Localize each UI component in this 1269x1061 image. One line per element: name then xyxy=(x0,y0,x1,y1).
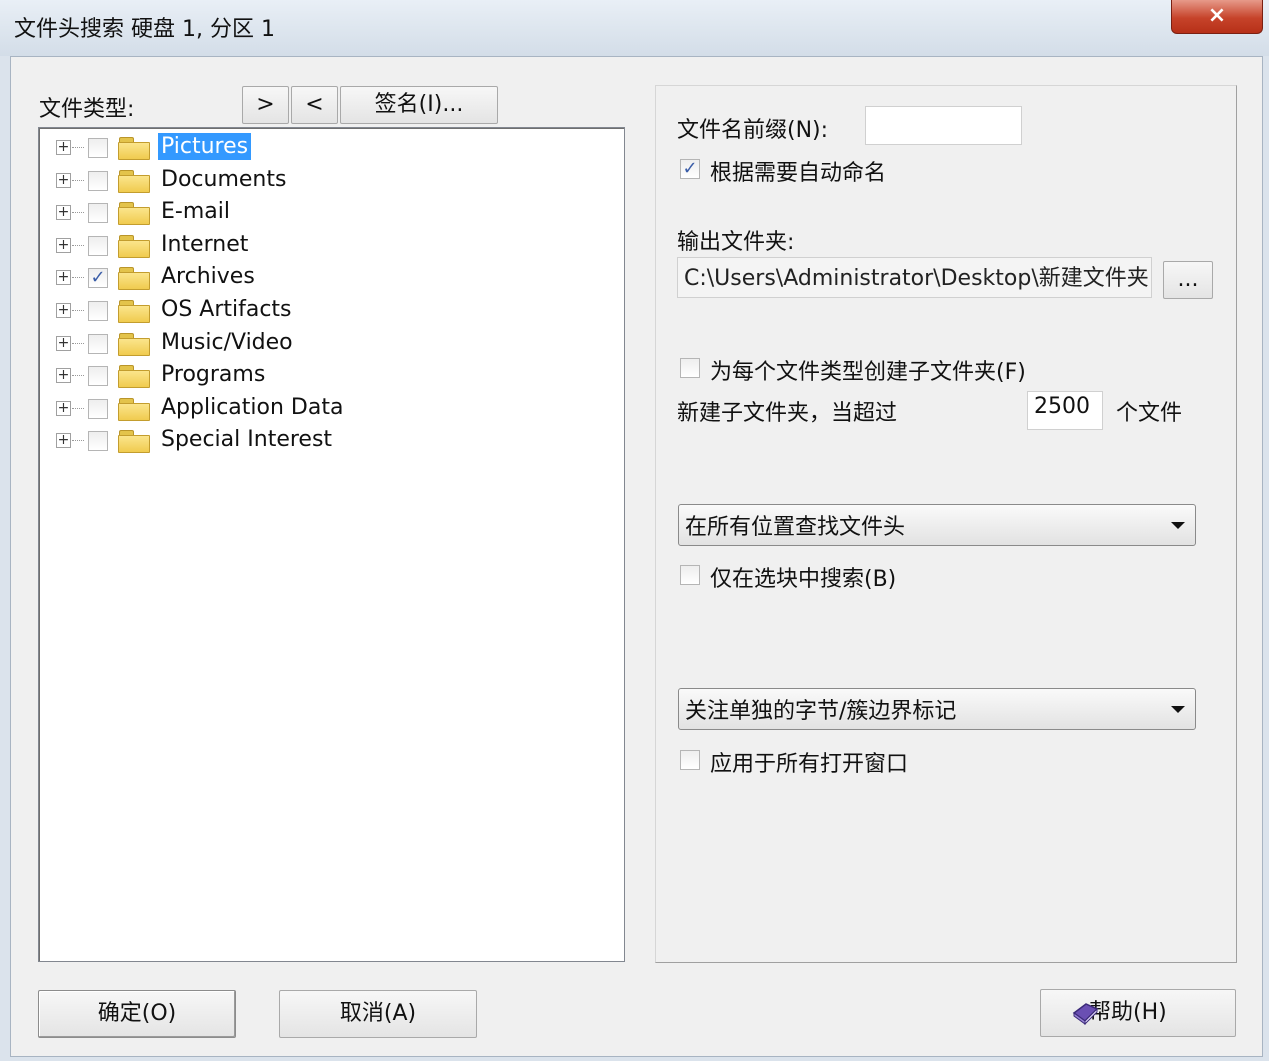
tree-connector xyxy=(72,244,84,246)
dropdown-arrow-icon xyxy=(1171,706,1185,713)
tree-item-label[interactable]: Pictures xyxy=(158,133,252,160)
tree-item-label[interactable]: Application Data xyxy=(158,394,346,421)
tree-item-label[interactable]: Programs xyxy=(158,361,268,388)
expand-icon[interactable]: + xyxy=(56,270,71,286)
threshold-unit-label: 个文件 xyxy=(1116,401,1183,426)
tree-item[interactable]: + OS Artifacts xyxy=(39,295,599,327)
auto-name-label: 根据需要自动命名 xyxy=(710,161,887,186)
expand-icon[interactable]: + xyxy=(56,205,71,221)
block-only-label: 仅在选块中搜索(B) xyxy=(710,567,897,592)
tree-item-checkbox[interactable] xyxy=(88,398,108,419)
subfolder-checkbox[interactable] xyxy=(680,358,700,378)
tree-item-checkbox[interactable] xyxy=(88,203,108,224)
tree-item[interactable]: + Internet xyxy=(39,230,599,262)
search-mode-value: 在所有位置查找文件头 xyxy=(685,515,906,540)
tree-connector xyxy=(72,440,84,442)
tree-connector xyxy=(72,407,84,409)
folder-icon xyxy=(118,267,151,291)
expand-icon[interactable]: + xyxy=(56,303,71,318)
tree-connector xyxy=(72,342,84,344)
folder-icon xyxy=(118,365,151,389)
folder-icon xyxy=(118,300,151,323)
block-only-checkbox[interactable] xyxy=(680,565,700,585)
help-button[interactable]: 帮助(H) xyxy=(1040,989,1236,1037)
output-folder-input[interactable]: C:\Users\Administrator\Desktop\新建文件夹 (2 xyxy=(677,257,1152,298)
marker-mode-dropdown[interactable]: 关注单独的字节/簇边界标记 xyxy=(678,688,1196,730)
tree-item[interactable]: + Documents xyxy=(39,165,599,197)
tree-item-label[interactable]: Documents xyxy=(158,166,289,193)
tree-connector xyxy=(72,212,84,214)
tree-item-checkbox[interactable]: ✓ xyxy=(88,268,108,289)
dropdown-arrow-icon xyxy=(1171,522,1185,529)
expand-icon[interactable]: + xyxy=(56,140,71,155)
search-mode-dropdown[interactable]: 在所有位置查找文件头 xyxy=(678,504,1196,546)
title-bar: 文件头搜索 硬盘 1, 分区 1 × xyxy=(0,0,1269,56)
expand-icon[interactable]: + xyxy=(56,335,71,351)
tree-item-checkbox[interactable] xyxy=(88,431,108,452)
dialog-body: 文件类型: > < 签名(I)... + Pictures + Documents + E… xyxy=(10,56,1263,1057)
tree-connector xyxy=(72,179,84,181)
expand-icon[interactable]: + xyxy=(56,368,71,384)
auto-name-checkbox[interactable]: ✓ xyxy=(680,159,700,179)
window-title: 文件头搜索 硬盘 1, 分区 1 xyxy=(14,17,275,42)
collapse-all-button[interactable]: < xyxy=(291,86,338,124)
tree-item[interactable]: + Pictures xyxy=(39,132,599,164)
help-book-icon xyxy=(1072,1003,1099,1025)
marker-mode-value: 关注单独的字节/簇边界标记 xyxy=(685,699,957,724)
folder-icon xyxy=(118,332,151,356)
threshold-input[interactable]: 2500 xyxy=(1027,391,1103,430)
subfolder-label: 为每个文件类型创建子文件夹(F) xyxy=(710,360,1026,385)
tree-connector xyxy=(72,310,84,311)
prefix-label: 文件名前缀(N): xyxy=(677,118,829,143)
tree-item-checkbox[interactable] xyxy=(88,366,108,387)
tree-item-checkbox[interactable] xyxy=(88,170,108,191)
apply-all-label: 应用于所有打开窗口 xyxy=(710,752,909,777)
folder-icon xyxy=(118,137,151,160)
signature-button[interactable]: 签名(I)... xyxy=(340,86,498,124)
tree-item[interactable]: + Application Data xyxy=(39,393,599,425)
folder-icon xyxy=(118,202,151,226)
folder-icon xyxy=(118,430,151,454)
tree-item-label[interactable]: Special Interest xyxy=(158,426,335,453)
folder-icon xyxy=(118,234,151,258)
tree-item[interactable]: + E-mail xyxy=(39,197,599,229)
output-folder-label: 输出文件夹: xyxy=(677,230,795,255)
tree-item-label[interactable]: Internet xyxy=(158,231,251,258)
cancel-button[interactable]: 取消(A) xyxy=(279,990,477,1038)
tree-item-checkbox[interactable] xyxy=(88,333,108,354)
tree-item[interactable]: + Programs xyxy=(39,360,599,392)
tree-item[interactable]: + Special Interest xyxy=(39,425,599,457)
expand-icon[interactable]: + xyxy=(56,172,71,188)
expand-all-button[interactable]: > xyxy=(242,86,289,124)
tree-item-label[interactable]: Music/Video xyxy=(158,329,296,356)
folder-icon xyxy=(118,397,151,421)
tree-item-checkbox[interactable] xyxy=(88,235,108,256)
tree-item-checkbox[interactable] xyxy=(88,138,108,158)
tree-connector xyxy=(72,147,84,148)
prefix-input[interactable] xyxy=(865,106,1022,145)
expand-icon[interactable]: + xyxy=(56,400,71,416)
file-type-tree[interactable]: + Pictures + Documents + E-mail + Internet + ✓ Arc… xyxy=(38,127,625,962)
tree-item-label[interactable]: OS Artifacts xyxy=(158,296,295,323)
options-panel: 文件名前缀(N): ✓ 根据需要自动命名 输出文件夹: C:\Users\Adm… xyxy=(655,85,1237,963)
tree-connector xyxy=(72,277,84,279)
expand-icon[interactable]: + xyxy=(56,237,71,253)
help-label: 帮助(H) xyxy=(1089,1000,1167,1025)
tree-item[interactable]: + Music/Video xyxy=(39,328,599,360)
tree-item-label[interactable]: E-mail xyxy=(158,198,233,225)
tree-item-label[interactable]: Archives xyxy=(158,263,258,290)
expand-icon[interactable]: + xyxy=(56,433,71,449)
tree-item-checkbox[interactable] xyxy=(88,301,108,321)
new-subfolder-label: 新建子文件夹，当超过 xyxy=(677,401,898,426)
tree-item[interactable]: + ✓ Archives xyxy=(39,262,599,294)
close-button[interactable]: × xyxy=(1171,0,1263,34)
folder-icon xyxy=(118,169,151,193)
tree-connector xyxy=(72,375,84,377)
browse-folder-button[interactable]: ... xyxy=(1163,261,1213,299)
apply-all-checkbox[interactable] xyxy=(680,750,700,770)
ok-button[interactable]: 确定(O) xyxy=(38,990,236,1038)
file-types-label: 文件类型: xyxy=(39,97,135,122)
